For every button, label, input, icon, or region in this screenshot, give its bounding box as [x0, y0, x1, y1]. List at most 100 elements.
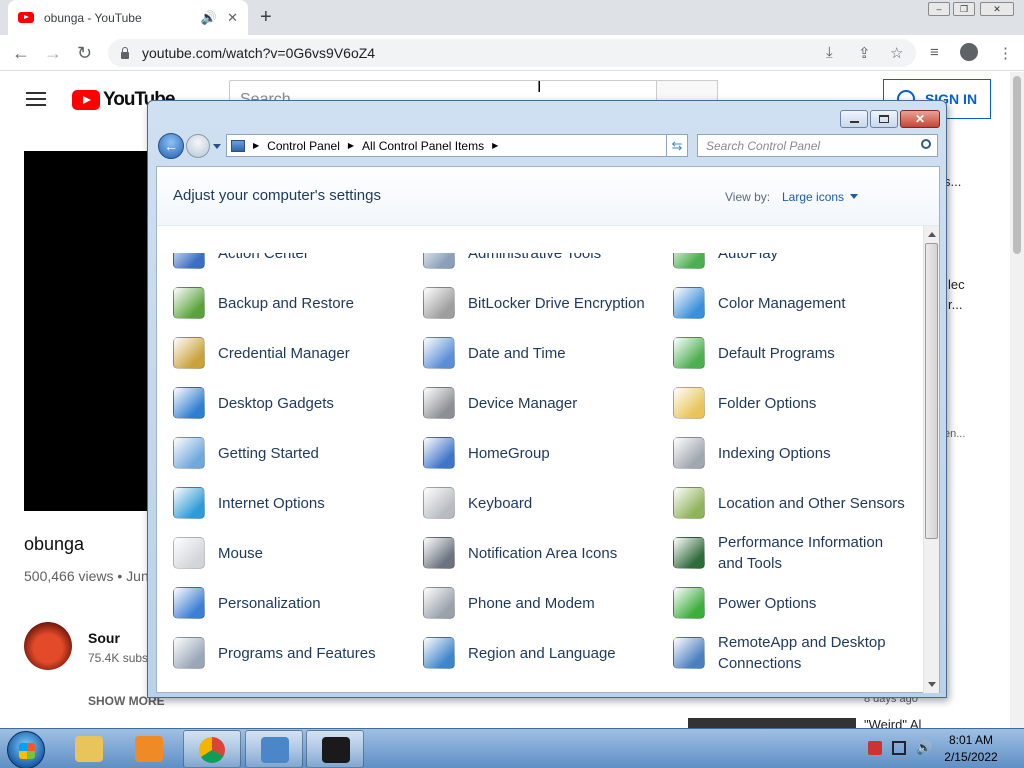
cp-item-programs-and-features[interactable]: Programs and Features [173, 631, 418, 675]
close-tab-icon[interactable]: ✕ [227, 10, 238, 26]
personalization-icon [173, 587, 205, 619]
cp-item-personalization[interactable]: Personalization [173, 581, 418, 625]
bookmark-star-icon[interactable]: ☆ [890, 44, 903, 62]
cp-close-button[interactable]: ✕ [900, 110, 940, 128]
cp-item-backup-and-restore[interactable]: Backup and Restore [173, 281, 418, 325]
channel-name[interactable]: Sour [88, 630, 120, 646]
cp-item-credential-manager[interactable]: Credential Manager [173, 331, 418, 375]
volume-icon[interactable]: 🔊 [916, 741, 932, 755]
cp-item-label: Location and Other Sensors [718, 494, 905, 512]
channel-avatar[interactable] [24, 622, 72, 670]
cp-address-bar[interactable]: ▶ Control Panel ▶ All Control Panel Item… [226, 134, 684, 157]
browser-tab[interactable]: obunga - YouTube 🔊 ✕ [8, 0, 248, 35]
new-tab-button[interactable]: + [260, 6, 272, 29]
breadcrumb-separator-icon[interactable]: ▶ [253, 141, 259, 150]
cp-refresh-button[interactable]: ⇆ [666, 134, 688, 157]
autoplay-icon [673, 253, 705, 269]
cp-item-action-center[interactable]: Action Center [173, 253, 418, 275]
close-window-button[interactable]: ✕ [980, 2, 1014, 16]
action-center-flag-icon[interactable] [868, 741, 882, 755]
clock-time[interactable]: 8:01 AM [940, 733, 1002, 747]
cp-item-folder-options[interactable]: Folder Options [673, 381, 918, 425]
breadcrumb-all-items[interactable]: All Control Panel Items [362, 139, 484, 153]
cp-item-label: Mouse [218, 544, 264, 562]
cp-minimize-button[interactable] [840, 110, 868, 128]
cp-item-date-and-time[interactable]: Date and Time [423, 331, 668, 375]
url-text[interactable]: youtube.com/watch?v=0G6vs9V6oZ4 [142, 45, 375, 61]
cp-item-label: Power Options [718, 594, 817, 612]
cp-item-device-manager[interactable]: Device Manager [423, 381, 668, 425]
cp-items-grid: Action Center Administrative Tools AutoPla… [173, 253, 923, 693]
media-queue-icon[interactable]: ≡ [930, 44, 939, 61]
network-icon[interactable] [892, 741, 906, 755]
lock-icon[interactable] [120, 47, 130, 59]
cp-scrollbar-thumb[interactable] [925, 243, 938, 539]
cp-item-keyboard[interactable]: Keyboard [423, 481, 668, 525]
cp-forward-button[interactable] [186, 134, 210, 158]
cp-item-internet-options[interactable]: Internet Options [173, 481, 418, 525]
media-player-taskbar-button[interactable] [120, 730, 178, 768]
cp-item-location-and-other-sensors[interactable]: Location and Other Sensors [673, 481, 918, 525]
cp-item-getting-started[interactable]: Getting Started [173, 431, 418, 475]
view-by-dropdown[interactable]: Large icons [782, 190, 858, 204]
cp-item-desktop-gadgets[interactable]: Desktop Gadgets [173, 381, 418, 425]
cp-item-default-programs[interactable]: Default Programs [673, 331, 918, 375]
minimize-window-button[interactable]: – [928, 2, 950, 16]
address-bar[interactable]: youtube.com/watch?v=0G6vs9V6oZ4 [108, 39, 916, 67]
tab-title: obunga - YouTube [44, 10, 142, 25]
search-icon[interactable] [921, 139, 931, 149]
clock-date[interactable]: 2/15/2022 [940, 750, 1002, 764]
speaker-icon[interactable]: 🔊 [201, 10, 217, 26]
cp-item-region-and-language[interactable]: Region and Language [423, 631, 668, 675]
cp-item-notification-area-icons[interactable]: Notification Area Icons [423, 531, 668, 575]
sidebar-snippet: en... [944, 428, 966, 440]
cp-item-power-options[interactable]: Power Options [673, 581, 918, 625]
cp-back-button[interactable]: ← [158, 133, 184, 159]
cp-navigation-bar: ← ▶ Control Panel ▶ All Control Panel It… [156, 133, 942, 159]
page-scrollbar[interactable] [1010, 72, 1024, 728]
breadcrumb-control-panel[interactable]: Control Panel [267, 139, 340, 153]
kebab-menu-icon[interactable]: ⋮ [998, 44, 1013, 62]
chrome-taskbar-button[interactable] [183, 730, 241, 768]
cp-scrollbar[interactable] [923, 226, 939, 693]
cp-item-indexing-options[interactable]: Indexing Options [673, 431, 918, 475]
reload-icon[interactable]: ↻ [77, 43, 92, 64]
homegroup-icon [423, 437, 455, 469]
cp-header: Adjust your computer's settings View by:… [157, 167, 939, 226]
cp-item-label: Administrative Tools [468, 253, 602, 262]
cp-item-bitlocker-drive-encryption[interactable]: BitLocker Drive Encryption [423, 281, 668, 325]
cp-item-homegroup[interactable]: HomeGroup [423, 431, 668, 475]
sidebar-snippet[interactable]: lec [948, 277, 965, 292]
explorer-taskbar-button[interactable] [60, 730, 118, 768]
forward-arrow-icon[interactable]: → [44, 43, 62, 64]
start-button[interactable] [7, 731, 45, 768]
breadcrumb-separator-icon[interactable]: ▶ [492, 141, 498, 150]
cp-item-performance-information-and-tools[interactable]: Performance Information and Tools [673, 531, 918, 575]
menu-icon[interactable] [26, 92, 46, 106]
cmd-taskbar-button[interactable] [306, 730, 364, 768]
profile-icon[interactable] [960, 43, 978, 61]
breadcrumb-separator-icon[interactable]: ▶ [348, 141, 354, 150]
sidebar-snippet[interactable]: r... [948, 297, 962, 312]
install-icon[interactable]: ⤓ [826, 44, 833, 61]
cp-search-input[interactable]: Search Control Panel [697, 134, 938, 157]
windows-taskbar: 🔊 [0, 728, 1024, 768]
tab-strip: obunga - YouTube 🔊 ✕ + – ❐ ✕ [0, 0, 1024, 35]
cp-item-autoplay[interactable]: AutoPlay [673, 253, 918, 275]
cp-item-color-management[interactable]: Color Management [673, 281, 918, 325]
cp-item-administrative-tools[interactable]: Administrative Tools [423, 253, 668, 275]
cp-item-remoteapp-and-desktop-connections[interactable]: RemoteApp and Desktop Connections [673, 631, 918, 675]
restore-window-button[interactable]: ❐ [953, 2, 975, 16]
share-icon[interactable]: ⇪ [858, 44, 871, 62]
scroll-up-arrow-icon[interactable] [928, 232, 936, 237]
back-arrow-icon[interactable]: ← [12, 43, 30, 64]
cp-maximize-button[interactable] [870, 110, 898, 128]
control-panel-taskbar-button[interactable] [245, 730, 303, 768]
page-scrollbar-thumb[interactable] [1013, 76, 1021, 254]
cmd-icon [322, 737, 350, 763]
cp-recent-pages-chevron-icon[interactable] [213, 144, 221, 149]
cp-item-mouse[interactable]: Mouse [173, 531, 418, 575]
scroll-down-arrow-icon[interactable] [928, 682, 936, 687]
cp-item-label: RemoteApp and Desktop Connections [718, 634, 886, 672]
cp-item-phone-and-modem[interactable]: Phone and Modem [423, 581, 668, 625]
